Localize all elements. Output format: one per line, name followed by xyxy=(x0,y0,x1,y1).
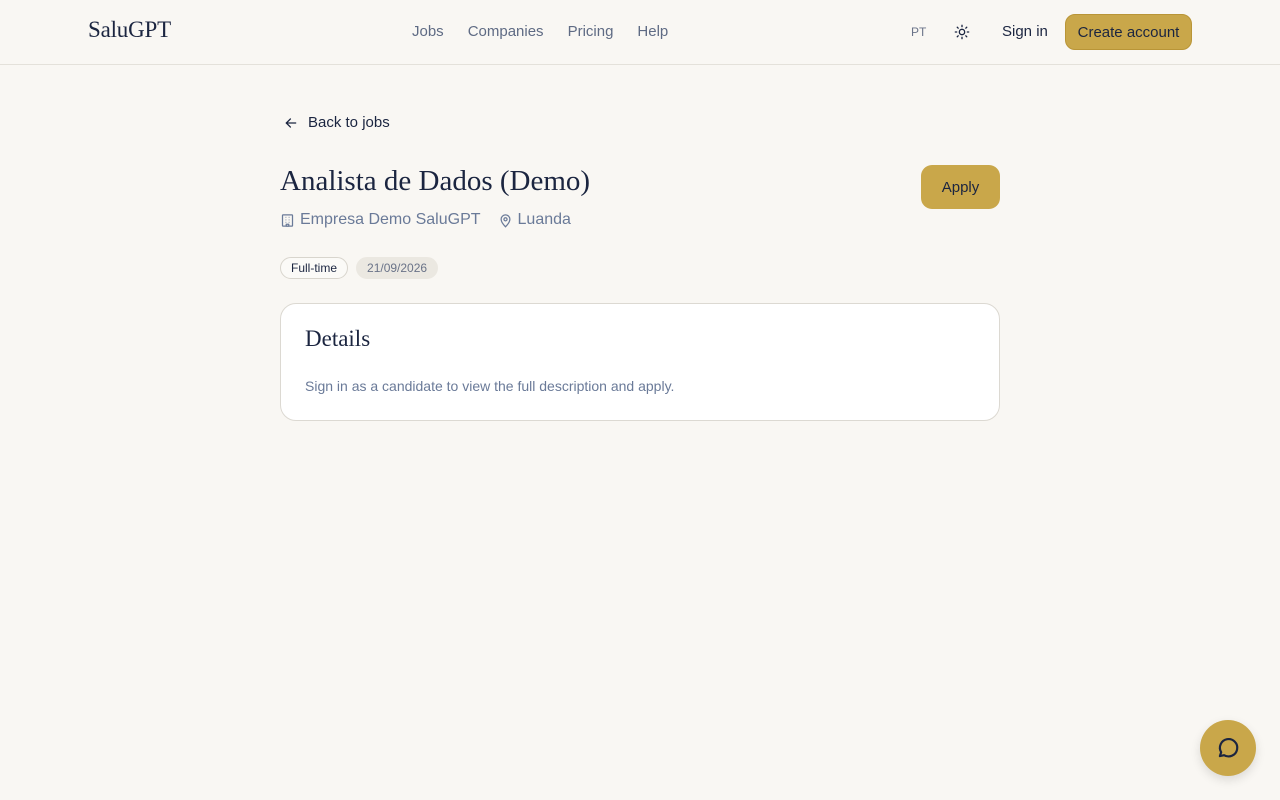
sign-in-link[interactable]: Sign in xyxy=(1002,23,1048,40)
employment-type-badge: Full-time xyxy=(280,257,349,279)
brand-logo[interactable]: SaluGPT xyxy=(88,17,171,43)
nav-link-companies[interactable]: Companies xyxy=(468,23,544,40)
back-to-jobs-link[interactable]: Back to jobs xyxy=(284,114,390,131)
details-text: Sign in as a candidate to view the full … xyxy=(305,378,675,394)
map-pin-icon xyxy=(500,213,511,228)
apply-button[interactable]: Apply xyxy=(921,165,1000,209)
nav-link-jobs[interactable]: Jobs xyxy=(412,23,444,40)
company-name: Empresa Demo SaluGPT xyxy=(300,211,481,228)
location-name: Luanda xyxy=(517,211,571,228)
company-info: Empresa Demo SaluGPT xyxy=(280,211,481,229)
main-nav: Jobs Companies Pricing Help xyxy=(412,23,668,40)
back-to-jobs-label: Back to jobs xyxy=(308,114,390,131)
top-navigation-bar: SaluGPT Jobs Companies Pricing Help PT S… xyxy=(0,0,1280,65)
language-switcher[interactable]: PT xyxy=(911,25,926,39)
sun-icon xyxy=(954,24,970,40)
job-tags: Full-time 21/09/2026 xyxy=(280,257,439,279)
details-card: Details Sign in as a candidate to view t… xyxy=(280,303,1000,421)
chat-bubble-icon xyxy=(1218,738,1239,758)
theme-toggle-button[interactable] xyxy=(952,22,972,42)
date-badge: 21/09/2026 xyxy=(356,257,439,279)
job-meta: Empresa Demo SaluGPT Luanda xyxy=(280,211,571,229)
create-account-button[interactable]: Create account xyxy=(1065,14,1192,50)
arrow-left-icon xyxy=(285,117,297,128)
building-icon xyxy=(281,213,294,227)
nav-link-help[interactable]: Help xyxy=(637,23,668,40)
chat-button[interactable] xyxy=(1200,720,1256,776)
job-title: Analista de Dados (Demo) xyxy=(280,165,591,197)
details-heading: Details xyxy=(305,326,371,351)
location-info: Luanda xyxy=(498,211,571,229)
nav-link-pricing[interactable]: Pricing xyxy=(568,23,614,40)
